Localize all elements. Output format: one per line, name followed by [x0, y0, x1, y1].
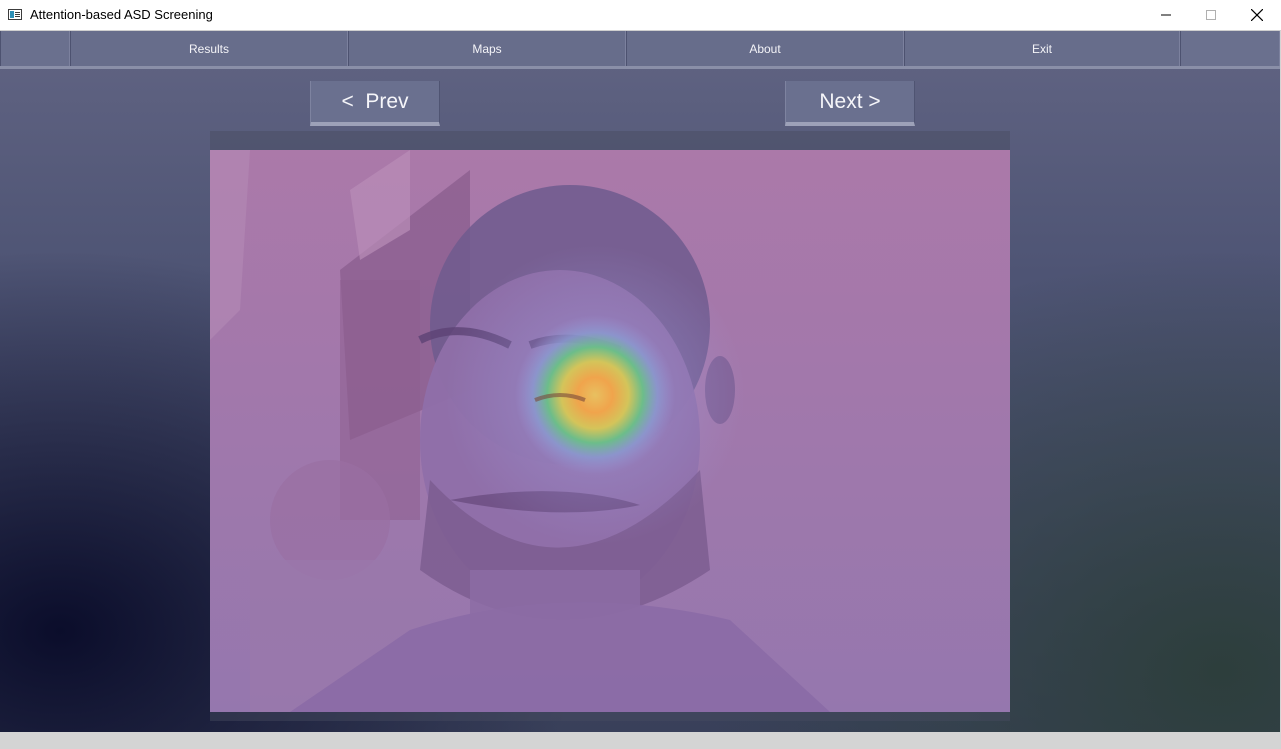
maximize-icon: [1206, 10, 1216, 20]
minimize-button[interactable]: [1143, 0, 1189, 30]
close-icon: [1251, 9, 1263, 21]
menu-spacer-left: [0, 31, 70, 66]
attention-map-image: [210, 150, 1010, 712]
main-area: Results Maps About Exit < Prev Next >: [0, 31, 1280, 732]
maximize-button[interactable]: [1188, 0, 1234, 30]
menu-bar: Results Maps About Exit: [0, 31, 1280, 69]
neck: [470, 570, 640, 670]
minimize-icon: [1161, 14, 1171, 16]
attention-map-drawing: [210, 150, 1010, 712]
status-bar: [0, 732, 1281, 749]
prev-button[interactable]: < Prev: [310, 81, 440, 126]
attention-hotspot: [515, 315, 675, 475]
menu-maps-button[interactable]: Maps: [348, 31, 626, 66]
window-title: Attention-based ASD Screening: [30, 7, 213, 22]
title-bar: Attention-based ASD Screening: [0, 0, 1281, 31]
menu-exit-button[interactable]: Exit: [904, 31, 1180, 66]
menu-results-button[interactable]: Results: [70, 31, 348, 66]
close-button[interactable]: [1234, 0, 1280, 30]
next-button[interactable]: Next >: [785, 81, 915, 126]
app-icon: [8, 9, 22, 20]
menu-spacer-right: [1180, 31, 1280, 66]
menu-about-button[interactable]: About: [626, 31, 904, 66]
